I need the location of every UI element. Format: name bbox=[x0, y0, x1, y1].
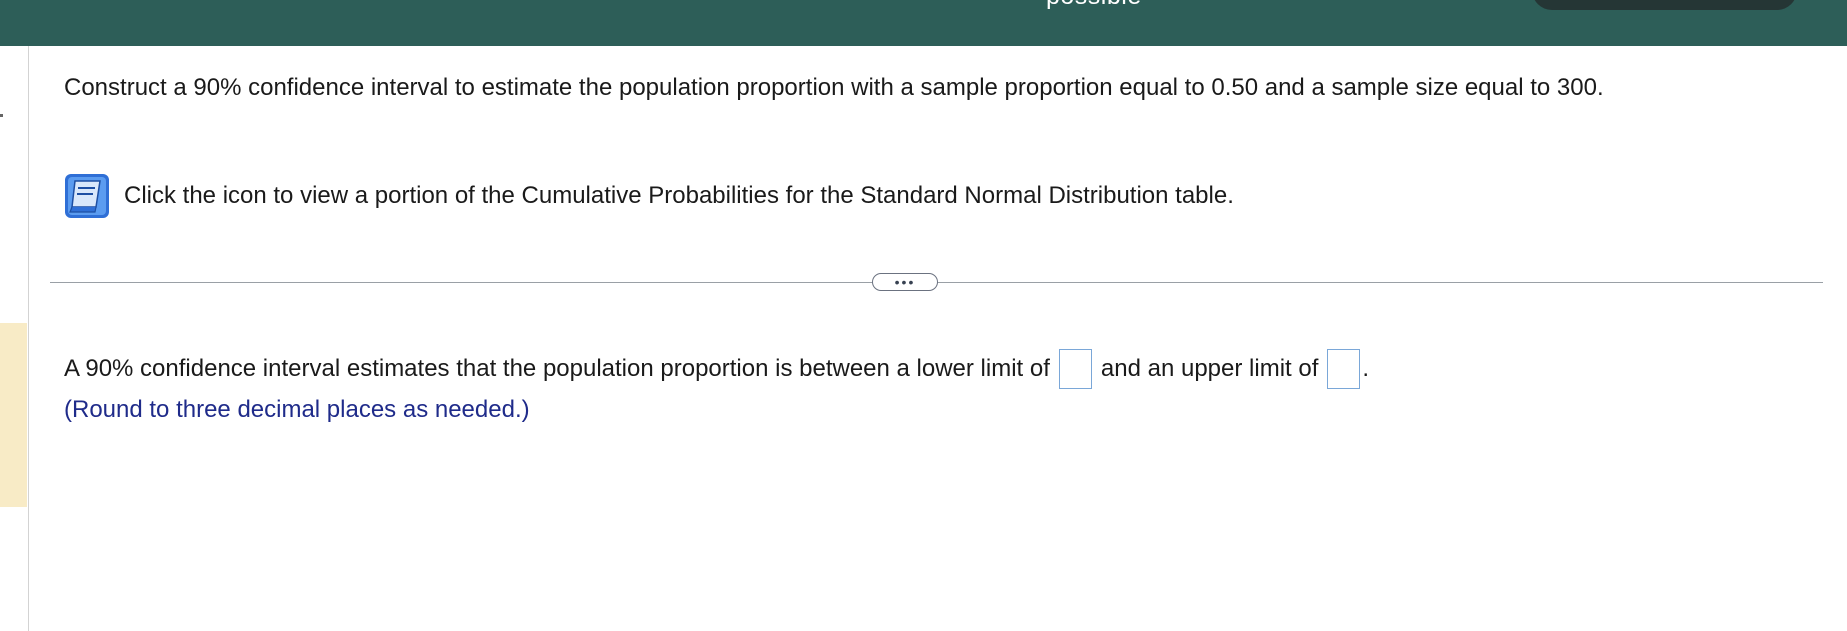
answer-line: A 90% confidence interval estimates that… bbox=[64, 349, 1369, 389]
lower-limit-input[interactable] bbox=[1058, 349, 1092, 389]
more-options-button[interactable]: ••• bbox=[872, 273, 938, 291]
answer-suffix: . bbox=[1362, 355, 1370, 382]
top-bar: possible bbox=[0, 0, 1847, 46]
table-book-icon[interactable] bbox=[64, 173, 110, 219]
table-link-text: Click the icon to view a portion of the … bbox=[124, 182, 1234, 209]
rail-marker bbox=[0, 114, 3, 117]
question-text: Construct a 90% confidence interval to e… bbox=[64, 74, 1604, 101]
more-options-dots: ••• bbox=[894, 274, 916, 290]
answer-prefix: A 90% confidence interval estimates that… bbox=[64, 355, 1050, 382]
answer-middle: and an upper limit of bbox=[1100, 355, 1319, 382]
rail-highlight bbox=[0, 323, 27, 507]
upper-limit-input[interactable] bbox=[1327, 349, 1361, 389]
table-link-row: Click the icon to view a portion of the … bbox=[64, 171, 1234, 221]
rounding-hint: (Round to three decimal places as needed… bbox=[64, 396, 530, 423]
header-pill-button[interactable] bbox=[1532, 0, 1797, 10]
header-partial-text: possible bbox=[1046, 0, 1142, 11]
left-rail bbox=[0, 46, 29, 631]
